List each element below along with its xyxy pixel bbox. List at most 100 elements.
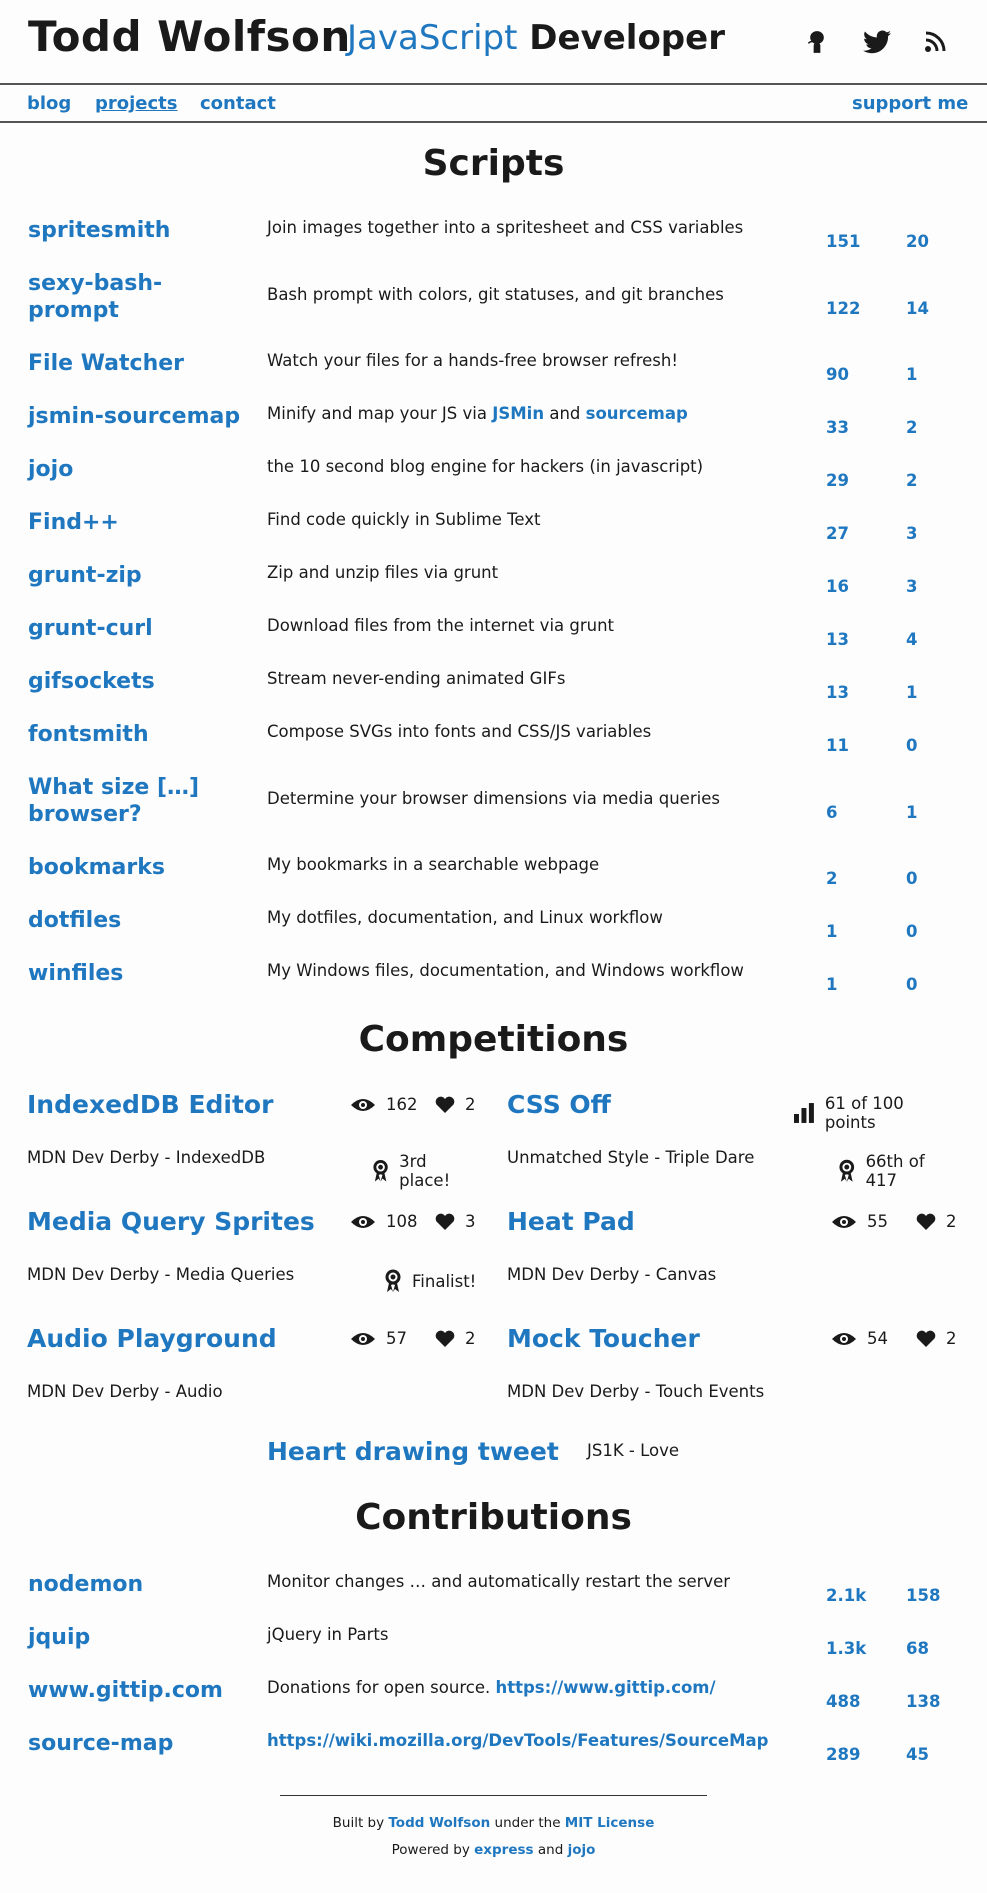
rss-icon[interactable] [915,22,955,62]
project-name[interactable]: What size […] browser? [28,774,218,828]
project-name[interactable]: fontsmith [28,721,258,748]
competition-card: CSS Off 61 of 100 points Unmatched Style… [507,1090,959,1200]
project-stars[interactable]: 488 [826,1692,860,1711]
project-forks[interactable]: 1 [906,365,917,384]
competition-title[interactable]: Mock Toucher [507,1324,700,1353]
jsmin-link[interactable]: JSMin [492,404,544,423]
project-stars[interactable]: 289 [826,1745,860,1764]
project-stars[interactable]: 2 [826,869,837,888]
project-stars[interactable]: 33 [826,418,849,437]
project-name[interactable]: bookmarks [28,854,258,881]
tagline-rest: Developer [529,18,725,58]
likes-count: 2 [465,1095,476,1114]
project-stars[interactable]: 13 [826,683,849,702]
project-stars[interactable]: 6 [826,803,837,822]
nav-blog[interactable]: blog [27,93,71,114]
competition-event: MDN Dev Derby - IndexedDB [27,1148,266,1167]
competition-title[interactable]: CSS Off [507,1090,611,1119]
project-name[interactable]: dotfiles [28,907,258,934]
project-forks[interactable]: 158 [906,1586,940,1605]
project-stars[interactable]: 11 [826,736,849,755]
project-forks[interactable]: 1 [906,803,917,822]
project-forks[interactable]: 3 [906,524,917,543]
scripts-heading: Scripts [422,143,565,184]
project-forks[interactable]: 20 [906,232,929,251]
project-stars[interactable]: 122 [826,299,860,318]
project-forks[interactable]: 3 [906,577,917,596]
competition-event: JS1K - Love [587,1441,680,1460]
project-forks[interactable]: 68 [906,1639,929,1658]
github-icon[interactable] [797,22,837,62]
project-name[interactable]: jojo [28,456,258,483]
competition-title[interactable]: Media Query Sprites [27,1207,315,1236]
project-name[interactable]: spritesmith [28,217,258,244]
project-forks[interactable]: 0 [906,975,917,994]
project-forks[interactable]: 0 [906,922,917,941]
eye-icon [351,1098,375,1111]
project-name[interactable]: jquip [28,1624,258,1651]
project-name[interactable]: winfiles [28,960,258,987]
project-stars[interactable]: 90 [826,365,849,384]
project-description: My bookmarks in a searchable webpage [267,855,600,874]
project-forks[interactable]: 45 [906,1745,929,1764]
nav-contact[interactable]: contact [200,93,276,114]
footer-text: Built by [332,1815,385,1831]
award-ribbon-icon [385,1269,401,1292]
project-name[interactable]: jsmin-sourcemap [28,403,258,430]
views-metric: 162 [350,1095,418,1114]
project-name[interactable]: File Watcher [28,350,258,377]
competition-title[interactable]: Heat Pad [507,1207,635,1236]
gittip-link[interactable]: https://www.gittip.com/ [495,1678,715,1697]
project-name[interactable]: www.gittip.com [28,1677,258,1704]
project-name[interactable]: gifsockets [28,668,258,695]
competition-card: Heat Pad 55 2 MDN Dev Derby - Canvas [507,1207,959,1317]
nav-support-me[interactable]: support me [852,93,968,114]
tagline-accent: JavaScript [347,18,518,58]
project-stars[interactable]: 13 [826,630,849,649]
likes-metric: 2 [916,1329,957,1348]
competitions-heading: Competitions [358,1019,629,1060]
project-stars[interactable]: 1.3k [826,1639,866,1658]
project-stars[interactable]: 2.1k [826,1586,866,1605]
competition-title[interactable]: IndexedDB Editor [27,1090,273,1119]
footer-express-link[interactable]: express [474,1842,533,1858]
project-stars[interactable]: 1 [826,975,837,994]
competition-title[interactable]: Audio Playground [27,1324,277,1353]
project-description: Bash prompt with colors, git statuses, a… [267,285,724,304]
twitter-icon[interactable] [857,22,897,62]
footer-text: Powered by [391,1842,470,1858]
likes-count: 2 [946,1329,957,1348]
project-stars[interactable]: 29 [826,471,849,490]
award-text: 66th of 417 [865,1152,925,1190]
site-name[interactable]: Todd Wolfson [28,12,351,61]
project-stars[interactable]: 27 [826,524,849,543]
nav-projects[interactable]: projects [95,93,178,114]
project-forks[interactable]: 2 [906,418,917,437]
project-name[interactable]: grunt-curl [28,615,258,642]
project-forks[interactable]: 4 [906,630,917,649]
project-name[interactable]: nodemon [28,1571,258,1598]
project-forks[interactable]: 2 [906,471,917,490]
project-name[interactable]: grunt-zip [28,562,258,589]
project-stars[interactable]: 16 [826,577,849,596]
project-stars[interactable]: 151 [826,232,860,251]
footer-license-link[interactable]: MIT License [565,1815,655,1831]
project-forks[interactable]: 14 [906,299,929,318]
sourcemap-link[interactable]: sourcemap [586,404,688,423]
project-forks[interactable]: 1 [906,683,917,702]
project-description: jQuery in Parts [267,1625,389,1644]
project-name[interactable]: Find++ [28,509,258,536]
project-forks[interactable]: 0 [906,736,917,755]
heart-icon [916,1330,936,1347]
project-name[interactable]: source-map [28,1730,258,1757]
project-name[interactable]: sexy-bash-prompt [28,270,178,324]
project-forks[interactable]: 138 [906,1692,940,1711]
competition-title[interactable]: Heart drawing tweet [267,1437,559,1466]
project-stars[interactable]: 1 [826,922,837,941]
competition-card: Media Query Sprites 108 3 MDN Dev Derby … [27,1207,479,1317]
footer-author-link[interactable]: Todd Wolfson [388,1815,490,1831]
project-description: Find code quickly in Sublime Text [267,510,541,529]
sourcemap-wiki-link[interactable]: https://wiki.mozilla.org/DevTools/Featur… [267,1730,827,1752]
project-forks[interactable]: 0 [906,869,917,888]
footer-jojo-link[interactable]: jojo [568,1842,596,1858]
